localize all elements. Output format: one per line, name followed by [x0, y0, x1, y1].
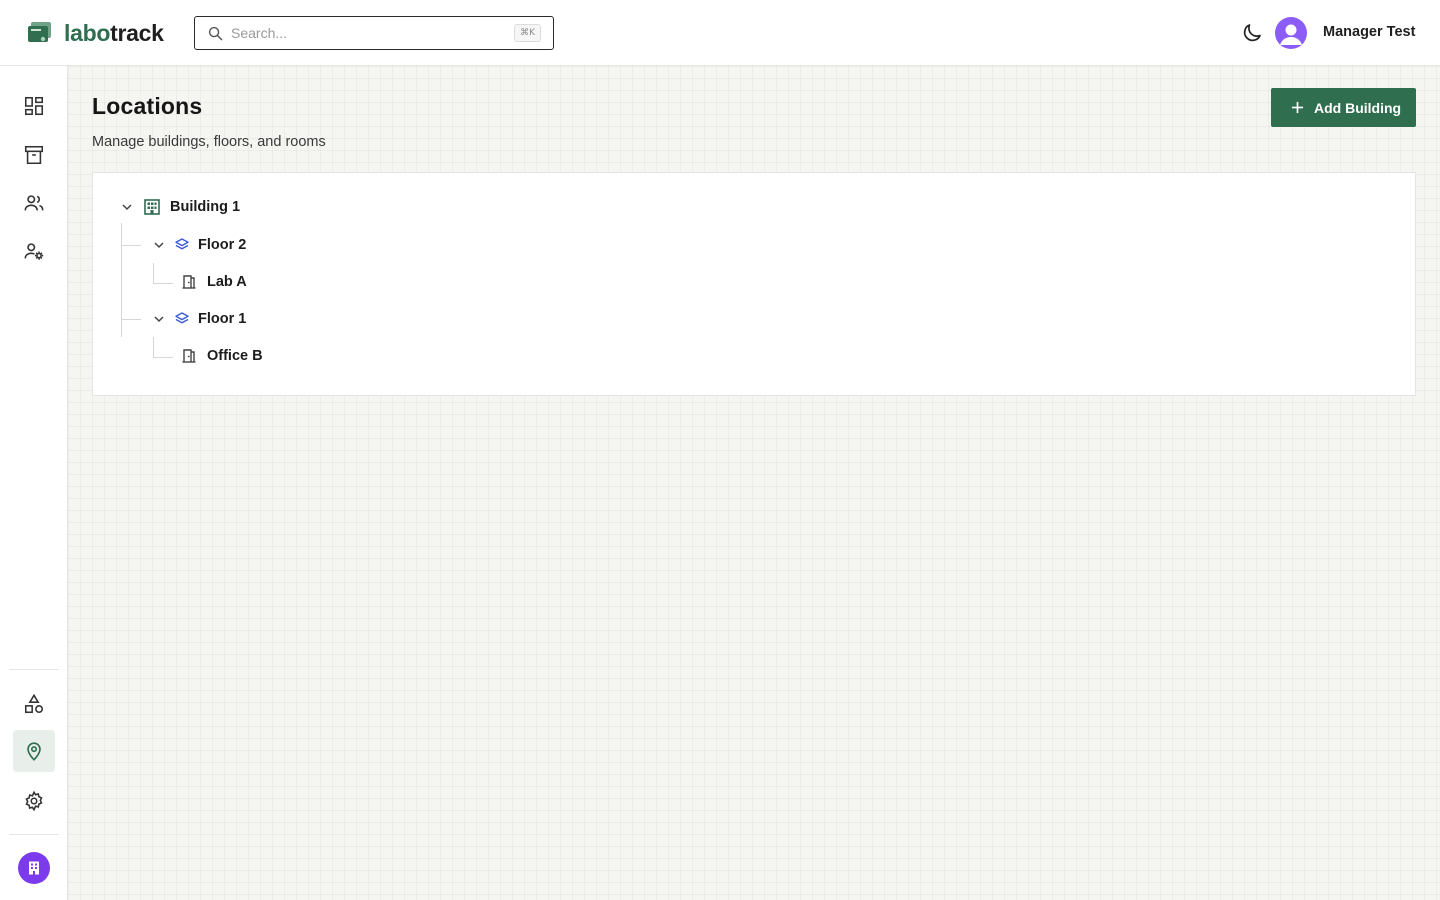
sidebar	[0, 66, 68, 900]
room-name: Lab A	[207, 274, 247, 290]
building-name: Building 1	[170, 199, 241, 215]
app-logo[interactable]: labotrack	[26, 18, 164, 48]
chevron-down-icon[interactable]	[151, 311, 167, 327]
page-subtitle: Manage buildings, floors, and rooms	[92, 134, 326, 150]
tree-item-room[interactable]: Office B	[181, 344, 263, 368]
tree-item-floor[interactable]: Floor 1	[151, 307, 246, 331]
floor-name: Floor 1	[198, 311, 247, 327]
layers-icon	[175, 238, 189, 250]
sidebar-item-inventory[interactable]	[13, 134, 55, 176]
sidebar-item-categories[interactable]	[13, 683, 55, 725]
gear-icon	[25, 790, 43, 812]
plus-icon	[1291, 101, 1304, 114]
map-pin-icon	[27, 742, 41, 761]
sidebar-item-dashboard[interactable]	[13, 85, 55, 127]
sidebar-item-user-management[interactable]	[13, 230, 55, 272]
tree-connector	[121, 245, 141, 246]
sidebar-item-settings[interactable]	[13, 780, 55, 822]
top-header: labotrack ⌘K Manager Test	[0, 0, 1440, 66]
search-shortcut-badge: ⌘K	[514, 24, 541, 42]
search-input[interactable]	[231, 23, 501, 43]
add-building-label: Add Building	[1314, 99, 1402, 116]
logo-icon	[28, 22, 51, 42]
building-icon	[144, 199, 160, 215]
door-icon	[182, 275, 196, 289]
building-icon	[29, 861, 39, 875]
sidebar-item-locations[interactable]	[13, 730, 55, 772]
floor-name: Floor 2	[198, 237, 247, 253]
search-box[interactable]: ⌘K	[194, 16, 554, 50]
tree-item-building[interactable]: Building 1	[119, 195, 240, 219]
tree-item-floor[interactable]: Floor 2	[151, 233, 246, 257]
tree-connector	[153, 357, 173, 358]
add-building-button[interactable]: Add Building	[1271, 88, 1416, 127]
user-icon	[1280, 24, 1302, 45]
archive-icon	[24, 145, 44, 165]
shapes-icon	[24, 693, 44, 714]
users-icon	[24, 195, 44, 211]
brand-suffix: track	[110, 19, 164, 46]
user-avatar[interactable]	[1275, 17, 1307, 49]
chevron-down-icon[interactable]	[119, 199, 135, 215]
brand-prefix: labo	[64, 19, 111, 46]
tree-connector	[153, 263, 154, 283]
room-name: Office B	[207, 348, 263, 364]
sidebar-item-users[interactable]	[13, 182, 55, 224]
search-icon	[208, 26, 223, 41]
tree-connector	[121, 319, 141, 320]
sidebar-divider	[9, 669, 59, 670]
tree-connector	[153, 283, 173, 284]
dashboard-icon	[24, 96, 44, 116]
main-content: Locations Manage buildings, floors, and …	[68, 66, 1440, 900]
user-name[interactable]: Manager Test	[1323, 24, 1415, 40]
page-title: Locations	[92, 93, 203, 119]
user-settings-icon	[24, 243, 44, 260]
location-tree-card: Building 1 Floor 2 Lab A Floor 1 Office …	[92, 172, 1416, 396]
sidebar-divider	[9, 834, 59, 835]
organization-avatar[interactable]	[18, 852, 50, 884]
moon-icon[interactable]	[1240, 21, 1264, 45]
brand-name: labotrack	[64, 20, 164, 47]
chevron-down-icon[interactable]	[151, 237, 167, 253]
tree-item-room[interactable]: Lab A	[181, 270, 247, 294]
tree-connector	[153, 337, 154, 357]
door-icon	[182, 349, 196, 363]
layers-icon	[175, 312, 189, 324]
